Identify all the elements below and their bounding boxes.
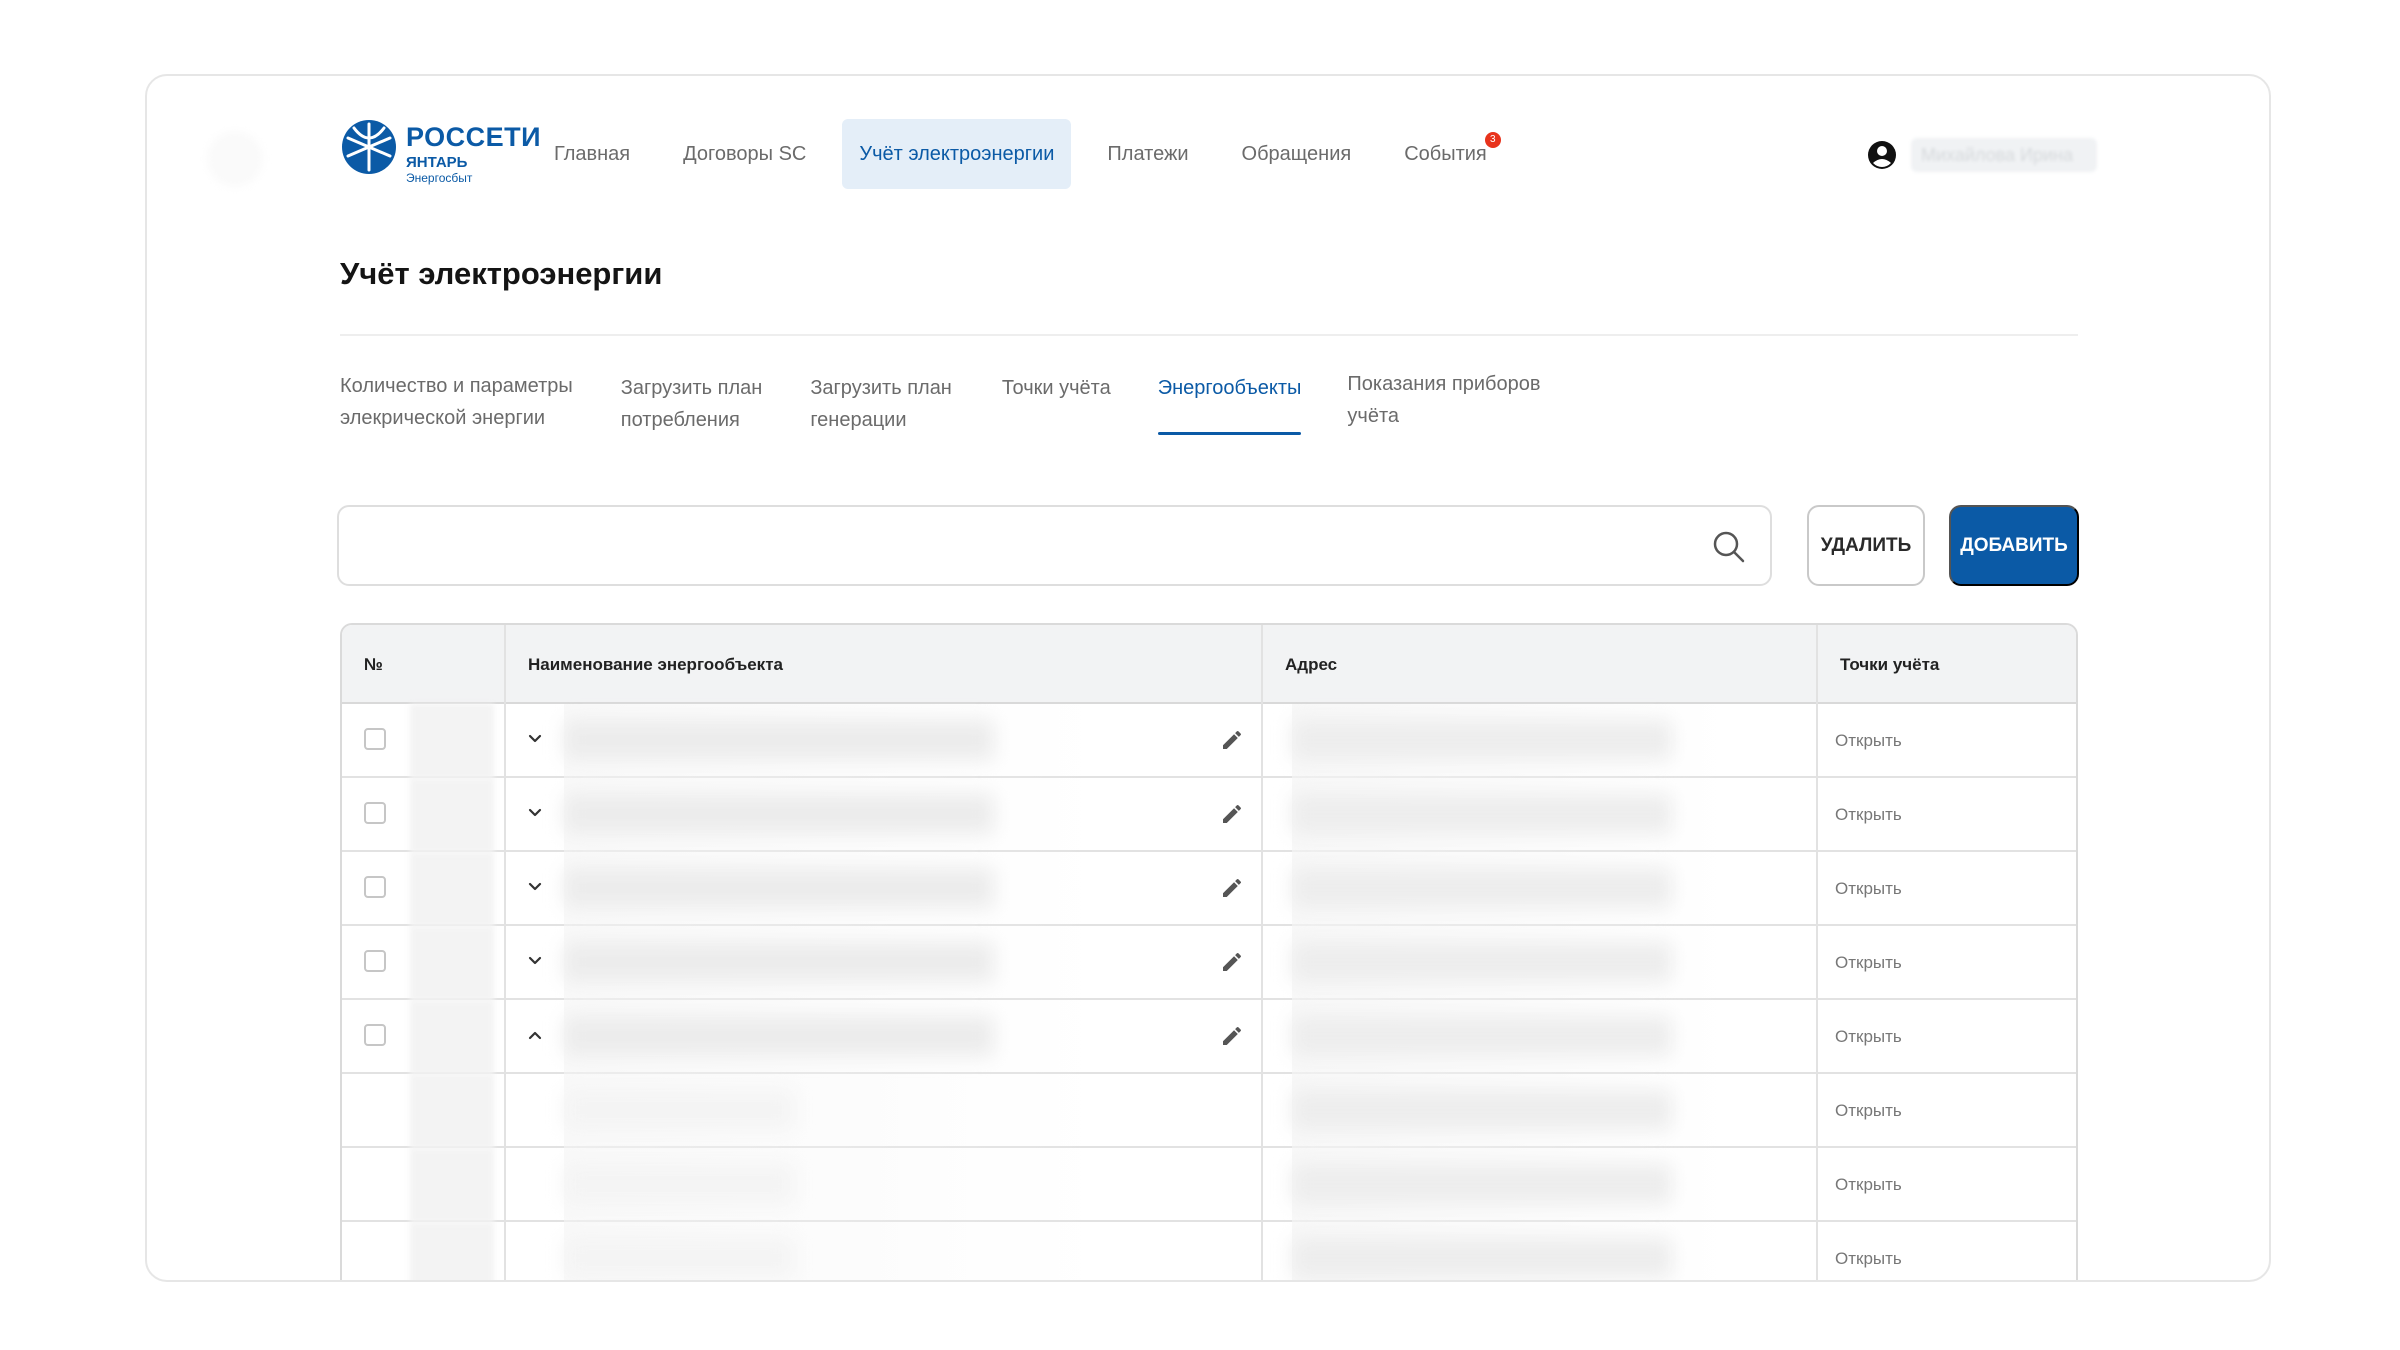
chevron-down-icon[interactable]: [526, 804, 544, 822]
nav-item-label: Учёт электроэнергии: [859, 143, 1055, 165]
section-tabs: Количество и параметры элекрической энер…: [340, 370, 1540, 452]
object-name-redacted: [564, 1016, 994, 1056]
nav-item-events[interactable]: События 3: [1387, 119, 1504, 189]
row-number-redacted: [410, 704, 494, 778]
nav-item-label: Договоры SC: [683, 143, 807, 165]
table-body: Открыть Открыть Открыть Открыть Открыть …: [342, 704, 2076, 1280]
address-redacted: [1292, 868, 1672, 908]
open-metering-points-link[interactable]: Открыть: [1835, 704, 1902, 778]
rosseti-logo-icon: [342, 120, 396, 174]
tab-metering-points[interactable]: Точки учёта: [1002, 372, 1111, 420]
divider: [340, 334, 2078, 336]
chevron-up-icon[interactable]: [526, 1026, 544, 1044]
row-number-redacted: [410, 852, 494, 926]
nav-item-label: Главная: [554, 143, 631, 165]
row-number-redacted: [410, 1148, 494, 1222]
chevron-down-icon[interactable]: [526, 730, 544, 748]
object-name-redacted: [564, 942, 994, 982]
chevron-down-icon[interactable]: [526, 952, 544, 970]
pencil-edit-icon[interactable]: [1220, 1024, 1244, 1048]
user-menu[interactable]: Михайлова Ирина: [1867, 138, 2097, 172]
address-redacted: [1292, 1016, 1672, 1056]
open-metering-points-link[interactable]: Открыть: [1835, 1148, 1902, 1222]
brand-title: РОССЕТИ: [406, 122, 542, 152]
address-redacted: [1292, 794, 1672, 834]
table-row-child[interactable]: Открыть: [342, 1074, 2076, 1148]
account-circle-icon: [1868, 141, 1896, 169]
brand-subtitle: ЯНТАРЬ: [406, 154, 468, 171]
table-row-child[interactable]: Открыть: [342, 1222, 2076, 1280]
pencil-edit-icon[interactable]: [1220, 802, 1244, 826]
app-window: РОССЕТИ ЯНТАРЬ Энергосбыт Главная Догово…: [145, 74, 2271, 1282]
main-nav: Главная Договоры SC Учёт электроэнергии …: [537, 119, 1523, 189]
open-metering-points-link[interactable]: Открыть: [1835, 926, 1902, 1000]
nav-item-energy-accounting[interactable]: Учёт электроэнергии: [842, 119, 1072, 189]
decorative-circle: [207, 131, 263, 187]
search-input[interactable]: [339, 507, 1770, 584]
nav-item-requests[interactable]: Обращения: [1225, 119, 1369, 189]
row-checkbox[interactable]: [364, 950, 386, 972]
object-name-redacted: [564, 1090, 794, 1130]
brand-logo[interactable]: РОССЕТИ ЯНТАРЬ Энергосбыт: [340, 118, 541, 184]
table-row[interactable]: Открыть: [342, 926, 2076, 1000]
notification-badge: 3: [1484, 132, 1501, 148]
object-name-redacted: [564, 1164, 794, 1204]
tab-upload-consumption-plan[interactable]: Загрузить план потребления: [621, 372, 763, 452]
row-number-redacted: [410, 1222, 494, 1280]
tab-energy-parameters[interactable]: Количество и параметры элекрической энер…: [340, 370, 573, 450]
row-checkbox[interactable]: [364, 1024, 386, 1046]
address-redacted: [1292, 720, 1672, 760]
table-row-child[interactable]: Открыть: [342, 1148, 2076, 1222]
nav-item-payments[interactable]: Платежи: [1090, 119, 1205, 189]
add-button[interactable]: Добавить: [1949, 505, 2079, 586]
table-row[interactable]: Открыть: [342, 852, 2076, 926]
search-box: [337, 505, 1772, 586]
object-name-redacted: [564, 868, 994, 908]
address-redacted: [1292, 1238, 1672, 1278]
row-checkbox[interactable]: [364, 728, 386, 750]
address-redacted: [1292, 1164, 1672, 1204]
pencil-edit-icon[interactable]: [1220, 728, 1244, 752]
row-number-redacted: [410, 926, 494, 1000]
address-redacted: [1292, 1090, 1672, 1130]
column-header-metering-points: Точки учёта: [1840, 655, 1940, 674]
nav-item-label: Обращения: [1241, 143, 1352, 165]
open-metering-points-link[interactable]: Открыть: [1835, 1222, 1902, 1280]
brand-tagline: Энергосбыт: [406, 171, 473, 185]
chevron-down-icon[interactable]: [526, 878, 544, 896]
energy-objects-table: № Наименование энергообъекта Адрес Точки…: [340, 623, 2078, 1280]
search-icon[interactable]: [1712, 530, 1746, 564]
nav-item-label: Платежи: [1107, 143, 1189, 165]
user-name: Михайлова Ирина: [1911, 138, 2097, 172]
open-metering-points-link[interactable]: Открыть: [1835, 1074, 1902, 1148]
table-row[interactable]: Открыть: [342, 1000, 2076, 1074]
column-header-address: Адрес: [1285, 655, 1338, 674]
table-row[interactable]: Открыть: [342, 778, 2076, 852]
row-number-redacted: [410, 778, 494, 852]
nav-item-label: События: [1404, 143, 1487, 165]
pencil-edit-icon[interactable]: [1220, 950, 1244, 974]
object-name-redacted: [564, 794, 994, 834]
open-metering-points-link[interactable]: Открыть: [1835, 778, 1902, 852]
tab-upload-generation-plan[interactable]: Загрузить план генерации: [810, 372, 952, 452]
object-name-redacted: [564, 1238, 794, 1278]
address-redacted: [1292, 942, 1672, 982]
row-checkbox[interactable]: [364, 876, 386, 898]
column-header-name: Наименование энергообъекта: [528, 655, 783, 674]
table-row[interactable]: Открыть: [342, 704, 2076, 778]
column-header-number: №: [364, 655, 383, 674]
nav-item-home[interactable]: Главная: [537, 119, 647, 189]
nav-item-contracts[interactable]: Договоры SC: [666, 119, 823, 189]
row-number-redacted: [410, 1074, 494, 1148]
open-metering-points-link[interactable]: Открыть: [1835, 1000, 1902, 1074]
object-name-redacted: [564, 720, 994, 760]
tab-meter-readings[interactable]: Показания приборов учёта: [1347, 368, 1540, 448]
open-metering-points-link[interactable]: Открыть: [1835, 852, 1902, 926]
row-checkbox[interactable]: [364, 802, 386, 824]
row-number-redacted: [410, 1000, 494, 1074]
delete-button[interactable]: Удалить: [1807, 505, 1925, 586]
pencil-edit-icon[interactable]: [1220, 876, 1244, 900]
tab-energy-objects[interactable]: Энергообъекты: [1157, 372, 1301, 435]
page-title: Учёт электроэнергии: [340, 256, 663, 291]
